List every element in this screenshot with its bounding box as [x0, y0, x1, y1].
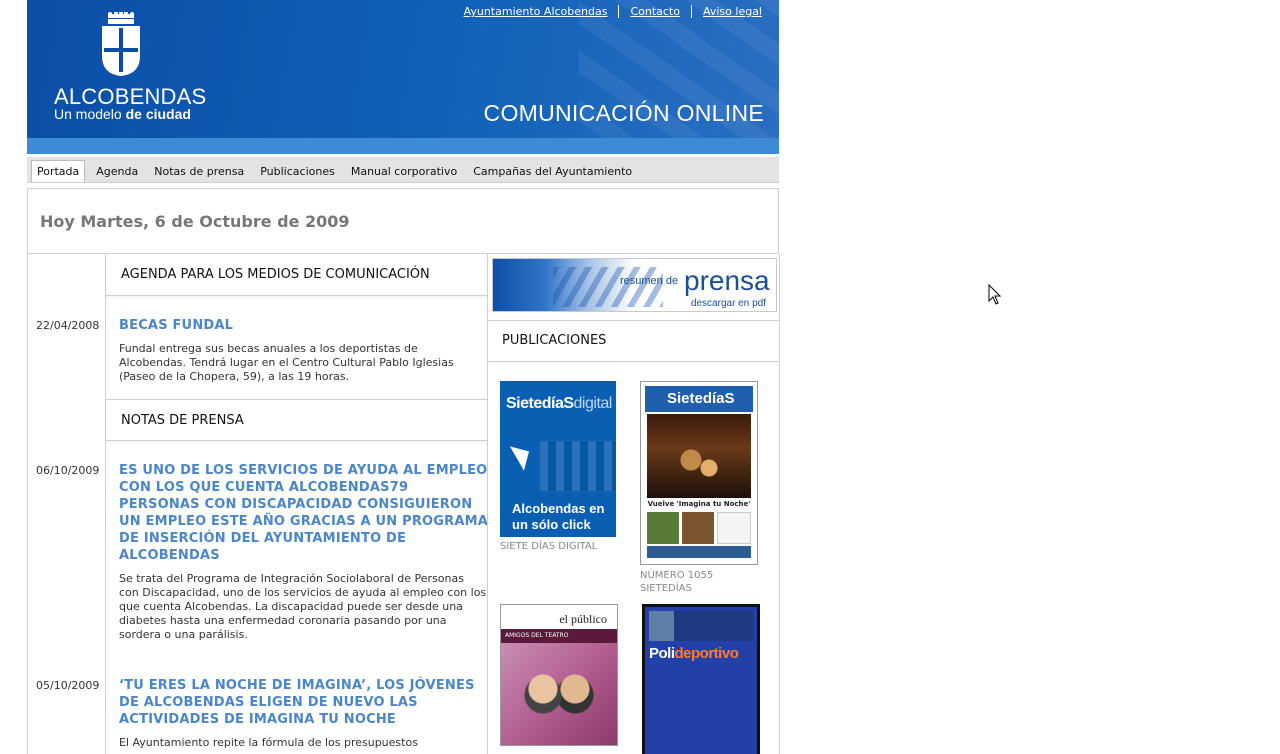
- site-title: COMUNICACIÓN ONLINE: [483, 100, 764, 126]
- cover-title-b: deportivo: [674, 645, 739, 662]
- cover-top-strip: [649, 611, 753, 641]
- tab-notas-de-prensa[interactable]: Notas de prensa: [146, 161, 252, 182]
- cover-title-a: Poli: [649, 645, 675, 662]
- cover-thumbnails: [647, 512, 751, 544]
- nota-date: 06/10/2009: [36, 464, 100, 477]
- cover-sietedias-digital[interactable]: SietedíaSdigital Alcobendas en un sólo c…: [500, 381, 616, 537]
- agenda-date: 22/04/2008: [36, 319, 100, 332]
- cover-headline: Vuelve 'Imagina tu Noche': [647, 500, 751, 508]
- cover-sietedias-1055[interactable]: SietedíaS Vuelve 'Imagina tu Noche': [640, 381, 758, 565]
- current-date: Hoy Martes, 6 de Octubre de 2009: [40, 212, 350, 231]
- header-strip: [27, 138, 779, 154]
- tab-publicaciones[interactable]: Publicaciones: [252, 161, 343, 182]
- cover-title: Polideportivo: [649, 645, 739, 662]
- main-content: AGENDA PARA LOS MEDIOS DE COMUNICACIÓN 2…: [27, 254, 780, 754]
- banner-big-text: prensa: [684, 265, 770, 296]
- notas-heading: NOTAS DE PRENSA: [106, 399, 487, 441]
- cover-title-a: SietedíaS: [506, 395, 574, 412]
- pub-caption-line-2: SIETEDÍAS: [640, 583, 692, 594]
- right-column: resumen de prensa descargar en pdf PUBLI…: [487, 254, 780, 754]
- link-aviso-legal[interactable]: Aviso legal: [703, 5, 762, 18]
- cover-el-publico[interactable]: el público AMIGOS DEL TEATRO: [500, 604, 618, 746]
- tab-portada[interactable]: Portada: [31, 160, 86, 182]
- banner-download-text: descargar en pdf: [690, 298, 766, 309]
- tab-agenda[interactable]: Agenda: [88, 161, 146, 182]
- cursor-arrow-icon: [509, 439, 537, 471]
- cover-title: SietedíaS: [645, 386, 753, 412]
- separator: [618, 5, 620, 18]
- cover-band: AMIGOS DEL TEATRO: [501, 629, 617, 643]
- mouse-pointer-icon: [988, 284, 1002, 305]
- pub-caption[interactable]: SIETE DÍAS DIGITAL: [500, 540, 630, 553]
- tab-manual-corporativo[interactable]: Manual corporativo: [343, 161, 465, 182]
- nota-date: 05/10/2009: [36, 679, 100, 692]
- resumen-prensa-banner[interactable]: resumen de prensa descargar en pdf: [492, 258, 777, 312]
- cover-title: el público: [559, 612, 607, 626]
- nota-body: Se trata del Programa de Integración Soc…: [119, 572, 487, 641]
- agenda-heading: AGENDA PARA LOS MEDIOS DE COMUNICACIÓN: [106, 254, 487, 296]
- logo-tagline-part-b: de ciudad: [125, 106, 191, 122]
- cover-polideportivo[interactable]: Polideportivo: [642, 604, 760, 754]
- logo-name: ALCOBENDAS: [54, 84, 207, 109]
- agenda-body: Fundal entrega sus becas anuales a los d…: [119, 342, 454, 383]
- nota-title-link[interactable]: ‘TU ERES LA NOCHE DE IMAGINA’, LOS JÓVEN…: [119, 677, 489, 728]
- top-links: Ayuntamiento Alcobendas Contacto Aviso l…: [464, 5, 762, 18]
- left-column: AGENDA PARA LOS MEDIOS DE COMUNICACIÓN 2…: [28, 254, 489, 754]
- logo-tagline-part-a: Un modelo: [54, 106, 126, 122]
- agenda-title-link[interactable]: BECAS FUNDAL: [119, 317, 489, 334]
- cover-footer: [647, 546, 751, 558]
- cover-photo: [501, 643, 617, 745]
- cover-photo: [647, 414, 751, 498]
- logo-tagline: Un modelo de ciudad: [54, 106, 254, 122]
- link-contacto[interactable]: Contacto: [630, 5, 680, 18]
- pub-caption-line-1: NÚMERO 1055: [640, 570, 714, 581]
- banner-small-text: resumen de: [620, 275, 679, 287]
- crown-shield-logo-icon[interactable]: [100, 12, 142, 78]
- pub-caption[interactable]: NÚMERO 1055 SIETEDÍAS: [640, 569, 770, 595]
- cover-title: SietedíaSdigital: [506, 395, 612, 413]
- site-header: ALCOBENDAS Un modelo de ciudad Ayuntamie…: [27, 0, 779, 138]
- nota-body: El Ayuntamiento repite la fórmula de los…: [119, 736, 418, 749]
- cover-inner: Polideportivo: [645, 607, 757, 754]
- date-box: Hoy Martes, 6 de Octubre de 2009: [27, 188, 779, 254]
- banner-swirl: [553, 267, 663, 307]
- nota-title-link[interactable]: ES UNO DE LOS SERVICIOS DE AYUDA AL EMPL…: [119, 462, 489, 564]
- publicaciones-heading: PUBLICACIONES: [488, 320, 779, 362]
- pixel-graphic: [540, 441, 616, 491]
- separator: [690, 5, 692, 18]
- cover-title-b: digital: [573, 395, 613, 412]
- cover-line: Alcobendas en un sólo click: [512, 501, 605, 532]
- page-wrapper: ALCOBENDAS Un modelo de ciudad Ayuntamie…: [27, 0, 780, 754]
- main-nav: Portada Agenda Notas de prensa Publicaci…: [27, 157, 779, 183]
- tab-campanas[interactable]: Campañas del Ayuntamiento: [465, 161, 640, 182]
- link-ayuntamiento[interactable]: Ayuntamiento Alcobendas: [464, 5, 608, 18]
